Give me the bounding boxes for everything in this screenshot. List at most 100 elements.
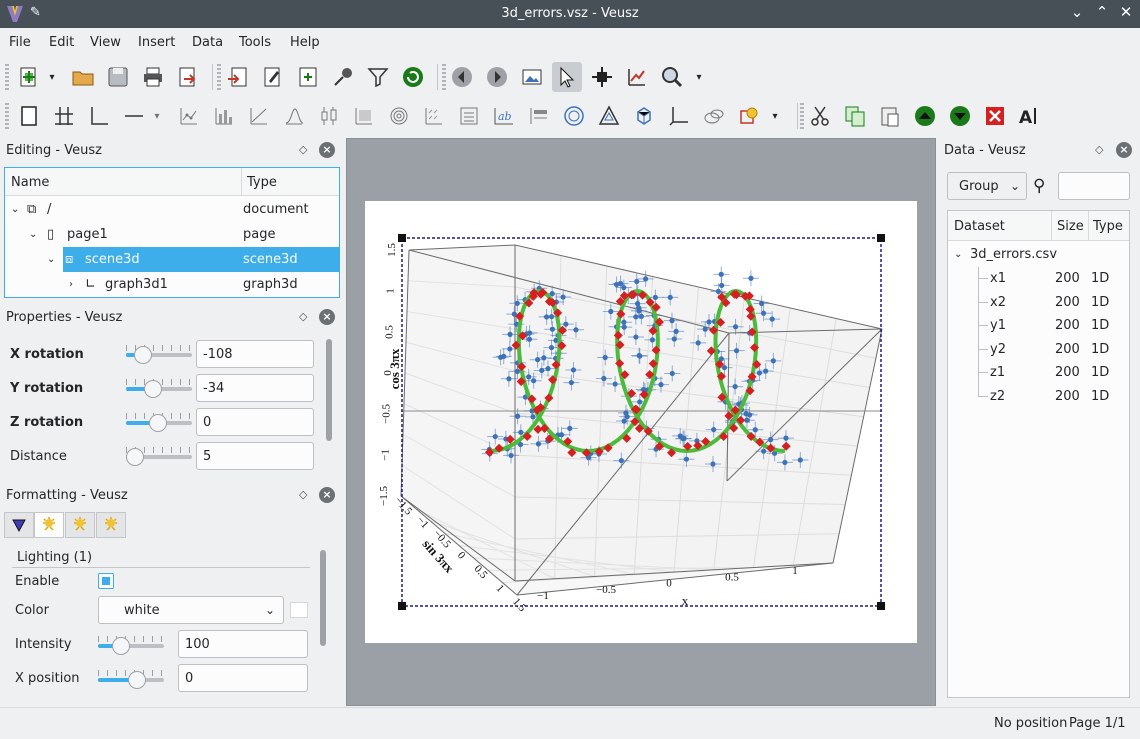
copy-button[interactable]: [840, 101, 870, 131]
toolbar-grip[interactable]: [5, 64, 9, 90]
dataset-row[interactable]: x2 200 1D: [948, 291, 1129, 314]
dataset-search-input[interactable]: [1058, 172, 1130, 200]
plot3d-svg[interactable]: −1.5−1−0.500.511.5cos 3πx−1.5−1−0.500.51…: [365, 201, 917, 643]
chevron-down-icon[interactable]: ⌄: [29, 229, 37, 240]
menu-view[interactable]: View: [90, 35, 121, 50]
print-button[interactable]: [138, 62, 168, 92]
add-image-button[interactable]: [349, 101, 379, 131]
column-header-name[interactable]: Name: [11, 175, 49, 190]
chevron-down-icon[interactable]: ⌄: [954, 249, 962, 260]
menu-help[interactable]: Help: [290, 35, 320, 50]
float-panel-icon[interactable]: ◇: [1095, 143, 1103, 156]
add-contour-button[interactable]: [384, 101, 414, 131]
selection-handle[interactable]: [877, 602, 885, 610]
zoom-dropdown[interactable]: ▾: [690, 62, 708, 92]
minimize-chevron-icon[interactable]: ⌄: [1067, 3, 1087, 21]
create-data-button[interactable]: [293, 62, 323, 92]
import-data-button[interactable]: [223, 62, 253, 92]
capture-data-button[interactable]: [328, 62, 358, 92]
color-select[interactable]: white ⌄: [98, 596, 284, 624]
add-bar-button[interactable]: [209, 101, 239, 131]
rename-button[interactable]: A: [1015, 101, 1045, 131]
toolbar-grip[interactable]: [5, 103, 9, 129]
open-button[interactable]: [68, 62, 98, 92]
tab-lighting-3[interactable]: [96, 512, 126, 538]
cut-button[interactable]: [805, 101, 835, 131]
paste-button[interactable]: [875, 101, 905, 131]
add-ternary-button[interactable]: [594, 101, 624, 131]
move-up-button[interactable]: [910, 101, 940, 131]
tab-lighting-2[interactable]: [65, 512, 95, 538]
x-position-input[interactable]: 0: [178, 664, 308, 692]
select-tool-button[interactable]: [552, 62, 582, 92]
reload-data-button[interactable]: [398, 62, 428, 92]
shape-dropdown[interactable]: ▾: [766, 101, 784, 131]
tab-background[interactable]: [4, 512, 34, 538]
zoom-graph-button[interactable]: [622, 62, 652, 92]
group-select[interactable]: Group ⌄: [947, 172, 1027, 200]
add-grid-button[interactable]: [49, 101, 79, 131]
toolbar-grip[interactable]: [442, 64, 446, 90]
float-panel-icon[interactable]: ◇: [299, 310, 307, 323]
delete-button[interactable]: [980, 101, 1010, 131]
y-rotation-slider[interactable]: [126, 378, 192, 398]
move-down-button[interactable]: [945, 101, 975, 131]
chevron-right-icon[interactable]: ›: [69, 279, 73, 290]
tab-lighting-1[interactable]: [34, 512, 64, 538]
tree-row-document[interactable]: ⌄ ⧉ / document: [5, 197, 339, 222]
pick-tool-button[interactable]: [587, 62, 617, 92]
menu-data[interactable]: Data: [192, 35, 223, 50]
add-3d-graph-button[interactable]: [664, 101, 694, 131]
add-colorbar-button[interactable]: [524, 101, 554, 131]
intensity-input[interactable]: 100: [178, 630, 308, 658]
tree-row-page[interactable]: ⌄ ▯ page1 page: [5, 222, 339, 247]
toolbar-grip[interactable]: [217, 64, 221, 90]
close-panel-icon[interactable]: ×: [1116, 142, 1132, 158]
add-shape-menu-button[interactable]: [734, 101, 764, 131]
column-header-type[interactable]: Type: [1093, 219, 1123, 234]
column-header-dataset[interactable]: Dataset: [954, 219, 1005, 234]
previous-page-button[interactable]: [447, 62, 477, 92]
dataset-file-row[interactable]: ⌄ 3d_errors.csv: [948, 243, 1129, 266]
new-document-button[interactable]: [14, 62, 44, 92]
edit-data-button[interactable]: [258, 62, 288, 92]
chevron-down-icon[interactable]: ⌄: [47, 254, 55, 265]
add-label-button[interactable]: ab: [489, 101, 519, 131]
add-polar-button[interactable]: [559, 101, 589, 131]
filter-data-button[interactable]: [363, 62, 393, 92]
tree-row-graph3d[interactable]: › ∟ graph3d1 graph3d: [5, 272, 339, 297]
distance-input[interactable]: 5: [196, 442, 314, 470]
new-document-dropdown[interactable]: ▾: [43, 62, 61, 92]
add-page-button[interactable]: [14, 101, 44, 131]
save-button[interactable]: [103, 62, 133, 92]
properties-scrollbar[interactable]: [326, 339, 332, 441]
add-vector-field-button[interactable]: [419, 101, 449, 131]
toolbar-grip[interactable]: [800, 103, 804, 129]
x-rotation-slider[interactable]: [126, 344, 192, 364]
enable-checkbox[interactable]: [98, 573, 114, 589]
add-function-button[interactable]: [244, 101, 274, 131]
z-rotation-slider[interactable]: [126, 412, 192, 432]
distance-slider[interactable]: [126, 446, 192, 466]
maximize-chevron-icon[interactable]: ⌃: [1092, 3, 1112, 21]
add-3d-scene-button[interactable]: [629, 101, 659, 131]
dataset-row[interactable]: z1 200 1D: [948, 361, 1129, 384]
next-page-button[interactable]: [482, 62, 512, 92]
selection-handle[interactable]: [398, 602, 406, 610]
selection-handle[interactable]: [398, 234, 406, 242]
tree-row-scene3d[interactable]: ⌄ ⧈ scene3d scene3d: [5, 247, 339, 272]
close-panel-icon[interactable]: ×: [319, 309, 335, 325]
menu-tools[interactable]: Tools: [239, 35, 271, 50]
add-shape-button[interactable]: [699, 101, 729, 131]
z-rotation-input[interactable]: 0: [196, 408, 314, 436]
x-position-slider[interactable]: [98, 669, 164, 689]
x-rotation-input[interactable]: -108: [196, 340, 314, 368]
color-swatch[interactable]: [290, 602, 308, 618]
dataset-row[interactable]: y2 200 1D: [948, 338, 1129, 361]
zoom-button[interactable]: [657, 62, 687, 92]
dataset-row[interactable]: x1 200 1D: [948, 267, 1129, 290]
column-header-size[interactable]: Size: [1057, 219, 1084, 234]
close-panel-icon[interactable]: ×: [319, 142, 335, 158]
formatting-scrollbar[interactable]: [320, 550, 326, 646]
axis-dropdown[interactable]: ▾: [148, 101, 166, 131]
